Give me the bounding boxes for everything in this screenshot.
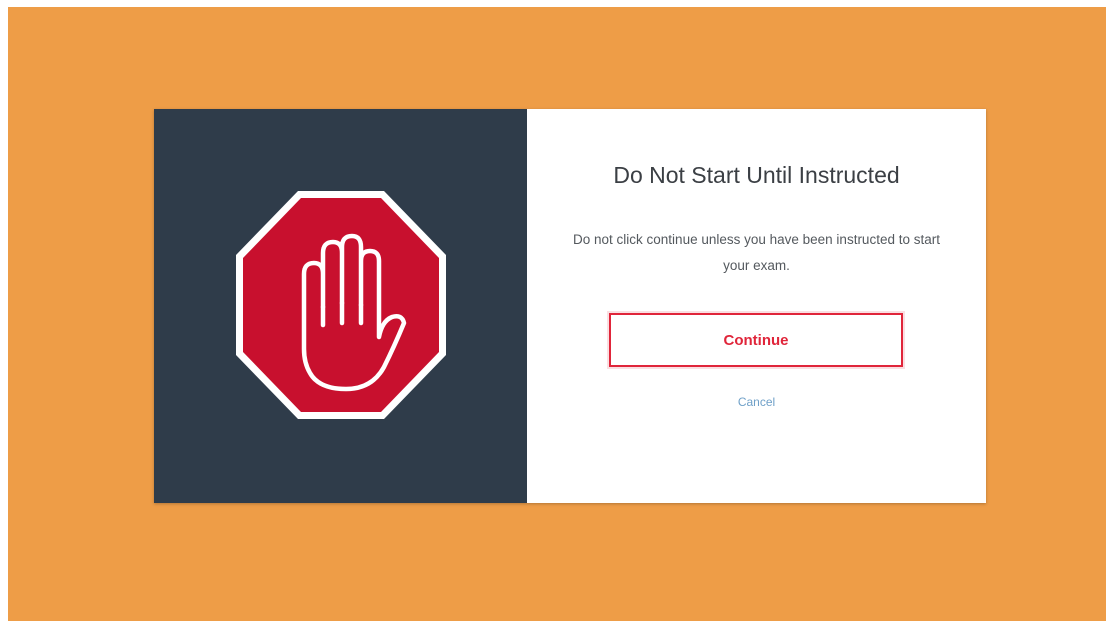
dialog-content-panel: Do Not Start Until Instructed Do not cli… bbox=[527, 109, 986, 503]
start-exam-dialog: Do Not Start Until Instructed Do not cli… bbox=[154, 109, 986, 503]
dialog-message: Do not click continue unless you have be… bbox=[573, 232, 940, 273]
continue-button[interactable]: Continue bbox=[609, 313, 903, 367]
dialog-title: Do Not Start Until Instructed bbox=[613, 162, 900, 188]
dialog-icon-panel bbox=[154, 109, 527, 503]
stop-hand-icon bbox=[236, 191, 446, 419]
cancel-link[interactable]: Cancel bbox=[527, 395, 986, 409]
